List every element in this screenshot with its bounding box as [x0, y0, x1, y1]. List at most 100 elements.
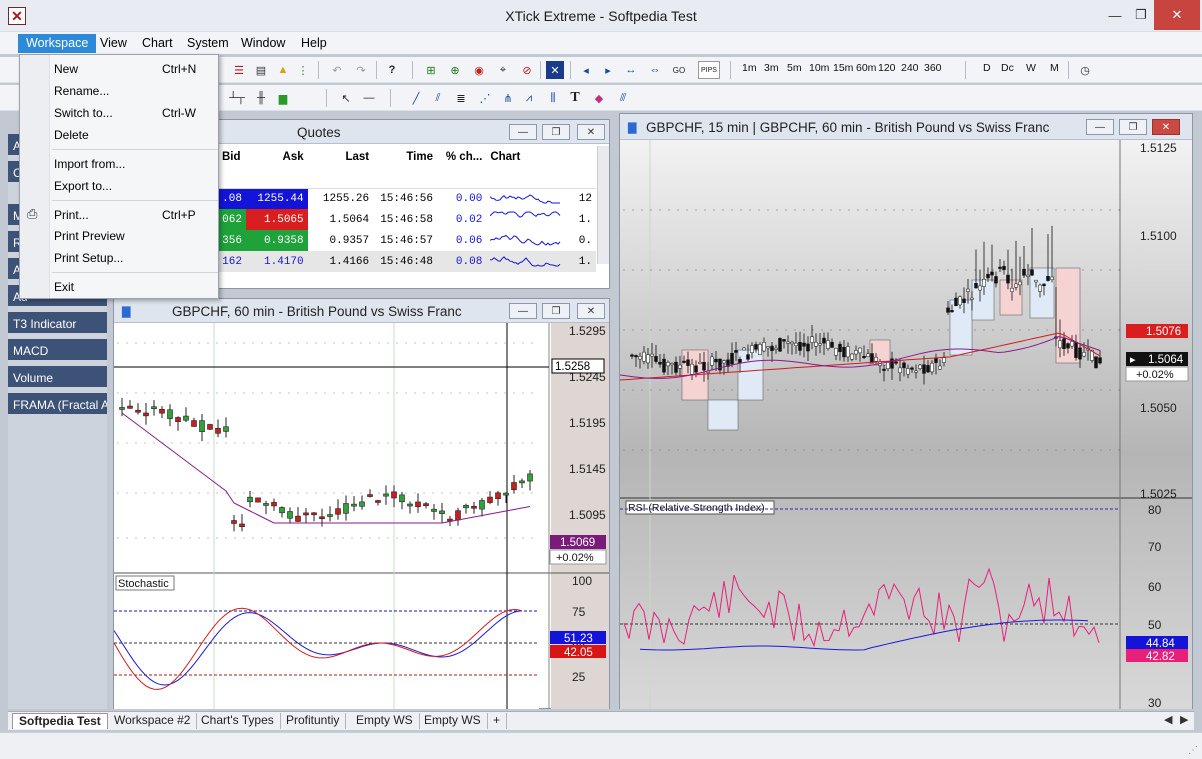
tf-w[interactable]: W — [1026, 62, 1036, 74]
pips-icon[interactable]: PIPS — [698, 61, 720, 79]
minimize-icon[interactable]: — — [1086, 119, 1114, 135]
delete-drawings-icon[interactable]: ⫻ — [614, 89, 632, 107]
menu-window[interactable]: Window — [233, 34, 293, 53]
minimize-icon[interactable]: — — [509, 124, 537, 140]
price-chart-60min[interactable]: 1.52951.52451.51951.51451.50951.52581.50… — [114, 323, 609, 709]
close-icon[interactable]: ✕ — [1154, 0, 1200, 30]
menu-item-print[interactable]: Print... Ctrl+P — [20, 204, 220, 226]
close-icon[interactable]: ✕ — [1152, 119, 1180, 135]
menu-workspace[interactable]: Workspace — [18, 34, 97, 53]
tf-m[interactable]: M — [1050, 62, 1059, 74]
menu-item-switch[interactable]: Switch to... Ctrl-W — [20, 102, 220, 124]
tf-1m[interactable]: 1m — [742, 62, 757, 74]
column-header[interactable]: Bid — [218, 146, 246, 168]
undo-icon[interactable]: ↶ — [328, 61, 346, 79]
menu-chart[interactable]: Chart — [134, 34, 181, 53]
tab-add[interactable]: + — [487, 713, 508, 729]
close-icon[interactable]: ✕ — [577, 124, 605, 140]
menu-item-print-setup[interactable]: Print Setup... — [20, 247, 220, 269]
tab-charts-types[interactable]: Chart's Types — [195, 713, 281, 729]
column-header[interactable]: Time — [373, 146, 437, 168]
quotes-scrollbar[interactable] — [597, 146, 609, 264]
menu-system[interactable]: System — [179, 34, 237, 53]
cursor-icon[interactable]: ↖ — [338, 89, 354, 107]
menu-item-export[interactable]: Export to... — [20, 175, 220, 197]
tf-dc[interactable]: Dc — [1001, 62, 1014, 74]
status-icon[interactable]: ⋮ — [298, 61, 309, 79]
crosshair-icon[interactable]: ⌖ — [494, 61, 512, 79]
restore-icon[interactable]: ❐ — [542, 124, 570, 140]
menu-item-exit[interactable]: Exit — [20, 276, 220, 298]
column-header[interactable]: Chart — [486, 146, 566, 168]
add-chart-icon[interactable]: ⊞ — [422, 61, 440, 79]
redo-icon[interactable]: ↷ — [352, 61, 370, 79]
tab-empty-ws[interactable]: Empty WS — [418, 713, 488, 729]
add-indicator-icon[interactable]: ⊕ — [446, 61, 464, 79]
trendline-icon[interactable]: ╱ — [408, 89, 424, 107]
tab-profituntiy[interactable]: Profituntiy — [280, 713, 347, 729]
tab-workspace-2[interactable]: Workspace #2 — [108, 713, 198, 729]
zoom-in-icon[interactable]: ↔ — [622, 61, 640, 79]
tf-15m[interactable]: 15m — [833, 62, 853, 74]
tab-empty-ws[interactable]: Empty WS — [350, 713, 420, 729]
scroll-right-icon[interactable]: ▸ — [600, 61, 616, 79]
menu-item-delete[interactable]: Delete — [20, 124, 220, 146]
tf-d[interactable]: D — [983, 62, 991, 74]
cycle-icon[interactable]: ⫼ — [544, 89, 562, 107]
pitchfork-icon[interactable]: ⋔ — [500, 89, 516, 107]
channel-icon[interactable]: ⫽ — [430, 89, 446, 107]
menu-help[interactable]: Help — [293, 34, 335, 53]
tf-5m[interactable]: 5m — [787, 62, 802, 74]
column-header[interactable]: % ch... — [437, 146, 486, 168]
alert-bell-icon[interactable]: ▲ — [274, 61, 292, 79]
go-icon[interactable]: GO — [670, 61, 688, 79]
close-icon[interactable]: ✕ — [577, 303, 605, 319]
maximize-icon[interactable]: ❐ — [1124, 0, 1158, 30]
help-icon[interactable]: ? — [384, 61, 400, 79]
fibonacci-icon[interactable]: ≣ — [452, 89, 470, 107]
tf-360[interactable]: 360 — [924, 62, 942, 74]
quote-row[interactable]: 356 0.9358 0.9357 15:46:57 0.06 0. — [218, 230, 596, 251]
zoom-out-icon[interactable]: ⇔ — [646, 61, 664, 79]
restore-icon[interactable]: ❐ — [1119, 119, 1147, 135]
scroll-left-icon[interactable]: ◂ — [578, 61, 594, 79]
shapes-icon[interactable]: ◆ — [590, 89, 608, 107]
quotes-icon[interactable]: ☰ — [230, 61, 248, 79]
quote-row[interactable]: 162 1.4170 1.4166 15:46:48 0.08 1. — [218, 251, 596, 272]
tab-softpedia-test[interactable]: Softpedia Test — [12, 713, 108, 729]
wave-icon[interactable]: ⩘ — [520, 89, 538, 107]
tf-3m[interactable]: 3m — [764, 62, 779, 74]
tf-240[interactable]: 240 — [901, 62, 919, 74]
resize-grip-icon[interactable]: ⋰ — [1188, 745, 1198, 756]
bar-chart-icon[interactable]: ┴┬ — [228, 89, 246, 107]
menu-view[interactable]: View — [92, 34, 135, 53]
tabs-scroll-left-icon[interactable]: ◀ — [1164, 713, 1172, 726]
hline-icon[interactable]: — — [360, 89, 378, 107]
sidebar-item-t3[interactable]: T3 Indicator — [8, 312, 107, 336]
clock-icon[interactable]: ◷ — [1076, 61, 1094, 79]
menu-item-import[interactable]: Import from... — [20, 153, 220, 175]
sidebar-item-macd[interactable]: MACD — [8, 339, 107, 363]
tf-120[interactable]: 120 — [878, 62, 896, 74]
column-header[interactable]: Ask — [246, 146, 308, 168]
fib-fan-icon[interactable]: ⋰ — [476, 89, 494, 107]
tf-60m[interactable]: 60m — [856, 62, 876, 74]
column-header[interactable]: Last — [308, 146, 374, 168]
quote-row[interactable]: 062 1.5065 1.5064 15:46:58 0.02 1. — [218, 209, 596, 230]
stop-icon[interactable]: ◉ — [470, 61, 488, 79]
minimize-icon[interactable]: — — [509, 303, 537, 319]
quote-row[interactable]: .08 1255.44 1255.26 15:46:56 0.00 12 — [218, 188, 596, 209]
candle-chart-icon[interactable]: ╫ — [252, 89, 270, 107]
price-chart-15min[interactable]: 1.5125 1.5100 1.5050 1.5025 1.5076 ▸ 1.5064 +0.… — [620, 140, 1192, 709]
no-indicator-icon[interactable]: ⊘ — [518, 61, 536, 79]
sidebar-item-frama[interactable]: FRAMA (Fractal A — [8, 393, 107, 417]
clipboard-icon[interactable]: ▤ — [252, 61, 270, 79]
tabs-scroll-right-icon[interactable]: ▶ — [1180, 713, 1188, 726]
sidebar-item-volume[interactable]: Volume — [8, 366, 107, 390]
menu-item-new[interactable]: New Ctrl+N — [20, 58, 220, 80]
text-tool-icon[interactable]: T — [568, 89, 582, 107]
restore-icon[interactable]: ❐ — [542, 303, 570, 319]
menu-item-rename[interactable]: Rename... — [20, 80, 220, 102]
tf-10m[interactable]: 10m — [809, 62, 829, 74]
xtick-icon[interactable]: ✕ — [546, 61, 564, 79]
